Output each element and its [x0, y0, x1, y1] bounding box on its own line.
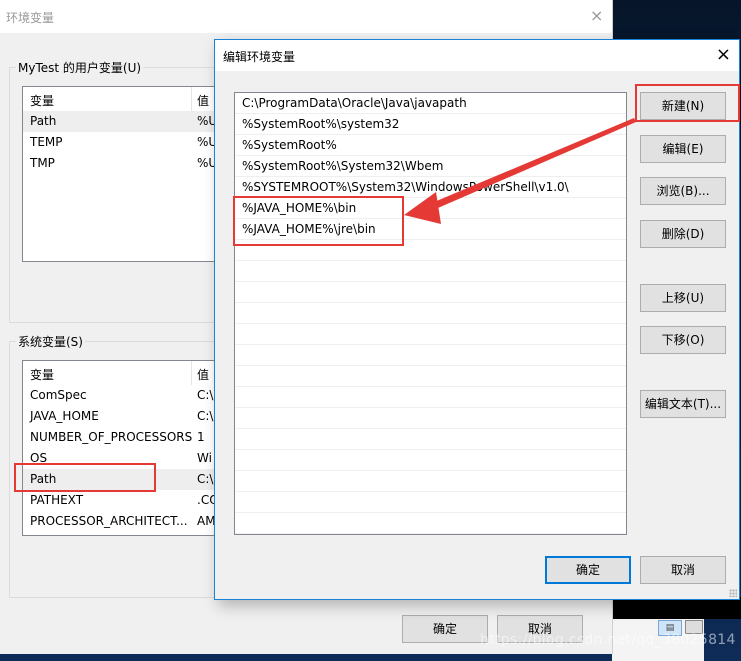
- var-name: Path: [30, 114, 57, 128]
- browse-button[interactable]: 浏览(B)...: [640, 177, 726, 205]
- outer-titlebar: 环境变量 ×: [0, 0, 612, 33]
- var-value: C:\: [197, 472, 214, 486]
- close-icon[interactable]: ×: [716, 44, 731, 65]
- dialog-ok-button[interactable]: 确定: [545, 556, 631, 584]
- dialog-cancel-button[interactable]: 取消: [640, 556, 726, 584]
- path-entries-list[interactable]: C:\ProgramData\Oracle\Java\javapath %Sys…: [234, 92, 627, 535]
- var-name: NUMBER_OF_PROCESSORS: [30, 430, 193, 444]
- var-name: TMP: [30, 156, 55, 170]
- empty-row[interactable]: [235, 324, 626, 345]
- dialog-titlebar: 编辑环境变量 ×: [215, 40, 739, 71]
- column-header-value[interactable]: 值: [197, 92, 209, 109]
- path-entry[interactable]: %SYSTEMROOT%\System32\WindowsPowerShell\…: [235, 177, 626, 198]
- empty-row[interactable]: [235, 429, 626, 450]
- empty-row[interactable]: [235, 471, 626, 492]
- edit-button[interactable]: 编辑(E): [640, 135, 726, 163]
- path-entry-text: C:\ProgramData\Oracle\Java\javapath: [242, 96, 467, 110]
- var-name: PATHEXT: [30, 493, 84, 507]
- dialog-title: 编辑环境变量: [223, 50, 296, 64]
- var-name: TEMP: [30, 135, 63, 149]
- var-name: ComSpec: [30, 388, 87, 402]
- column-header-variable[interactable]: 变量: [30, 366, 54, 383]
- var-name: PROCESSOR_ARCHITECT...: [30, 514, 188, 528]
- path-entry[interactable]: %JAVA_HOME%\jre\bin: [235, 219, 626, 240]
- column-separator[interactable]: [191, 87, 192, 111]
- path-entry[interactable]: %SystemRoot%: [235, 135, 626, 156]
- empty-row[interactable]: [235, 513, 626, 534]
- empty-row[interactable]: [235, 450, 626, 471]
- edit-environment-variable-dialog: 编辑环境变量 × C:\ProgramData\Oracle\Java\java…: [214, 39, 740, 600]
- var-value: 1: [197, 430, 205, 444]
- var-value: Wi: [197, 451, 212, 465]
- column-header-value[interactable]: 值: [197, 366, 209, 383]
- path-entry[interactable]: %JAVA_HOME%\bin: [235, 198, 626, 219]
- path-entry[interactable]: C:\ProgramData\Oracle\Java\javapath: [235, 93, 626, 114]
- empty-row[interactable]: [235, 345, 626, 366]
- path-entry-text: %JAVA_HOME%\bin: [242, 201, 357, 215]
- empty-row[interactable]: [235, 261, 626, 282]
- var-name: Path: [30, 472, 57, 486]
- delete-button[interactable]: 删除(D): [640, 220, 726, 248]
- close-icon[interactable]: ×: [590, 6, 603, 25]
- system-variables-label: 系统变量(S): [16, 333, 85, 350]
- var-value: AM: [197, 514, 216, 528]
- empty-row[interactable]: [235, 492, 626, 513]
- outer-ok-button[interactable]: 确定: [402, 615, 488, 643]
- user-variables-label: MyTest 的用户变量(U): [16, 59, 144, 76]
- column-header-variable[interactable]: 变量: [30, 92, 54, 109]
- watermark-text: https://blog.csdn.net/qq_38025814: [480, 632, 736, 648]
- move-up-button[interactable]: 上移(U): [640, 284, 726, 312]
- path-entry[interactable]: %SystemRoot%\system32: [235, 114, 626, 135]
- var-value: C:\: [197, 409, 214, 423]
- column-separator[interactable]: [191, 361, 192, 385]
- edit-text-button[interactable]: 编辑文本(T)...: [640, 390, 726, 418]
- empty-row[interactable]: [235, 303, 626, 324]
- var-name: JAVA_HOME: [30, 409, 99, 423]
- empty-row[interactable]: [235, 408, 626, 429]
- path-entry[interactable]: %SystemRoot%\System32\Wbem: [235, 156, 626, 177]
- path-entry-text: %SystemRoot%\system32: [242, 117, 400, 131]
- empty-row[interactable]: [235, 366, 626, 387]
- var-value: C:\: [197, 388, 214, 402]
- outer-window-title: 环境变量: [6, 11, 55, 25]
- path-entry-text: %SYSTEMROOT%\System32\WindowsPowerShell\…: [242, 180, 569, 194]
- resize-grip[interactable]: [729, 589, 737, 597]
- var-name: OS: [30, 451, 48, 465]
- new-button[interactable]: 新建(N): [640, 92, 726, 120]
- taskbar-strip: [612, 597, 741, 619]
- empty-row[interactable]: [235, 387, 626, 408]
- empty-row[interactable]: [235, 240, 626, 261]
- path-entry-text: %SystemRoot%: [242, 138, 337, 152]
- move-down-button[interactable]: 下移(O): [640, 326, 726, 354]
- path-entry-text: %JAVA_HOME%\jre\bin: [242, 222, 376, 236]
- path-entry-text: %SystemRoot%\System32\Wbem: [242, 159, 444, 173]
- empty-row[interactable]: [235, 282, 626, 303]
